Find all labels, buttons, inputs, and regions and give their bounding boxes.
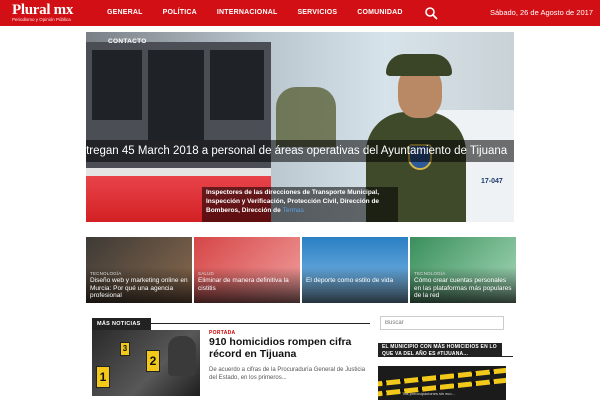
- thumb-category: TECNOLOGÍA: [90, 271, 122, 276]
- bus-stripe: [86, 168, 271, 176]
- background-officers: [276, 87, 336, 147]
- hero-caption: Inspectores de las direcciones de Transp…: [206, 188, 396, 215]
- thumb-title[interactable]: Diseño web y marketing online en Murcia:…: [90, 277, 188, 300]
- current-date: Sábado, 26 de Agosto de 2017: [489, 8, 593, 17]
- section-label: MÁS NOTICIAS: [92, 318, 151, 330]
- sidebar-widget-header: EL MUNICIPIO CON MÁS HOMICIDIOS EN LO QU…: [378, 343, 513, 357]
- thumb-shade: [302, 267, 408, 303]
- evidence-marker-2: 2: [146, 350, 160, 372]
- nav-servicios[interactable]: SERVICIOS: [287, 0, 347, 26]
- bus-window-right: [210, 50, 264, 120]
- search-icon[interactable]: [424, 6, 438, 20]
- nav-general[interactable]: GENERAL: [97, 0, 153, 26]
- thumb-title[interactable]: El deporte como estilo de vida: [306, 277, 404, 285]
- article-headline[interactable]: 910 homicidios rompen cifra récord en Ti…: [209, 336, 369, 360]
- thumb-category: TECNOLOGÍA: [414, 271, 446, 276]
- sidebar-search-input[interactable]: [380, 316, 504, 330]
- evidence-marker-3: 3: [120, 342, 130, 356]
- top-nav-bar: Plural mx Periodismo y Opinión Pública G…: [0, 0, 600, 26]
- sidebar-image[interactable]: Tus preocupaciones sin eco...: [378, 366, 506, 400]
- featured-thumbnails: TECNOLOGÍA Diseño web y marketing online…: [86, 237, 516, 303]
- car-number: 17-047: [481, 178, 503, 185]
- evidence-marker-1: 1: [96, 366, 110, 388]
- bus-door: [148, 50, 204, 140]
- thumb-card-4[interactable]: TECNOLOGÍA Cómo crear cuentas personales…: [410, 237, 516, 303]
- page: Plural mx Periodismo y Opinión Pública G…: [0, 0, 600, 400]
- bus-window-left: [92, 50, 142, 120]
- hero-headline[interactable]: Entregan 45 March 2018 a personal de áre…: [86, 140, 514, 162]
- hero-caption-link[interactable]: Termas: [283, 207, 304, 214]
- thumb-card-1[interactable]: TECNOLOGÍA Diseño web y marketing online…: [86, 237, 192, 303]
- officer-cap: [386, 54, 452, 76]
- main-nav: GENERAL POLÍTICA INTERNACIONAL SERVICIOS…: [97, 0, 413, 26]
- article-image[interactable]: 1 3 2: [92, 330, 200, 396]
- thumb-title[interactable]: Cómo crear cuentas personales en las pla…: [414, 277, 512, 300]
- logo-text: Plural mx: [12, 2, 74, 18]
- section-header: MÁS NOTICIAS: [92, 312, 370, 330]
- logo-tagline: Periodismo y Opinión Pública: [12, 17, 71, 22]
- sidebar-image-text: Tus preocupaciones sin eco...: [402, 391, 455, 396]
- thumb-category: SALUD: [198, 271, 215, 276]
- thumb-title[interactable]: Eliminar de manera definitiva la cistiti…: [198, 277, 296, 292]
- nav-internacional[interactable]: INTERNACIONAL: [207, 0, 288, 26]
- nav-politica[interactable]: POLÍTICA: [153, 0, 207, 26]
- hero-category-tag[interactable]: CONTACTO: [86, 32, 147, 45]
- nav-comunidad[interactable]: COMUNIDAD: [347, 0, 412, 26]
- article-portrait: [168, 336, 196, 376]
- thumb-card-3[interactable]: El deporte como estilo de vida: [302, 237, 408, 303]
- article-excerpt: De acuerdo a cifras de la Procuraduría G…: [209, 367, 366, 381]
- sidebar-widget-label: EL MUNICIPIO CON MÁS HOMICIDIOS EN LO QU…: [378, 343, 502, 357]
- thumb-card-2[interactable]: SALUD Eliminar de manera definitiva la c…: [194, 237, 300, 303]
- site-logo[interactable]: Plural mx Periodismo y Opinión Pública: [12, 3, 88, 23]
